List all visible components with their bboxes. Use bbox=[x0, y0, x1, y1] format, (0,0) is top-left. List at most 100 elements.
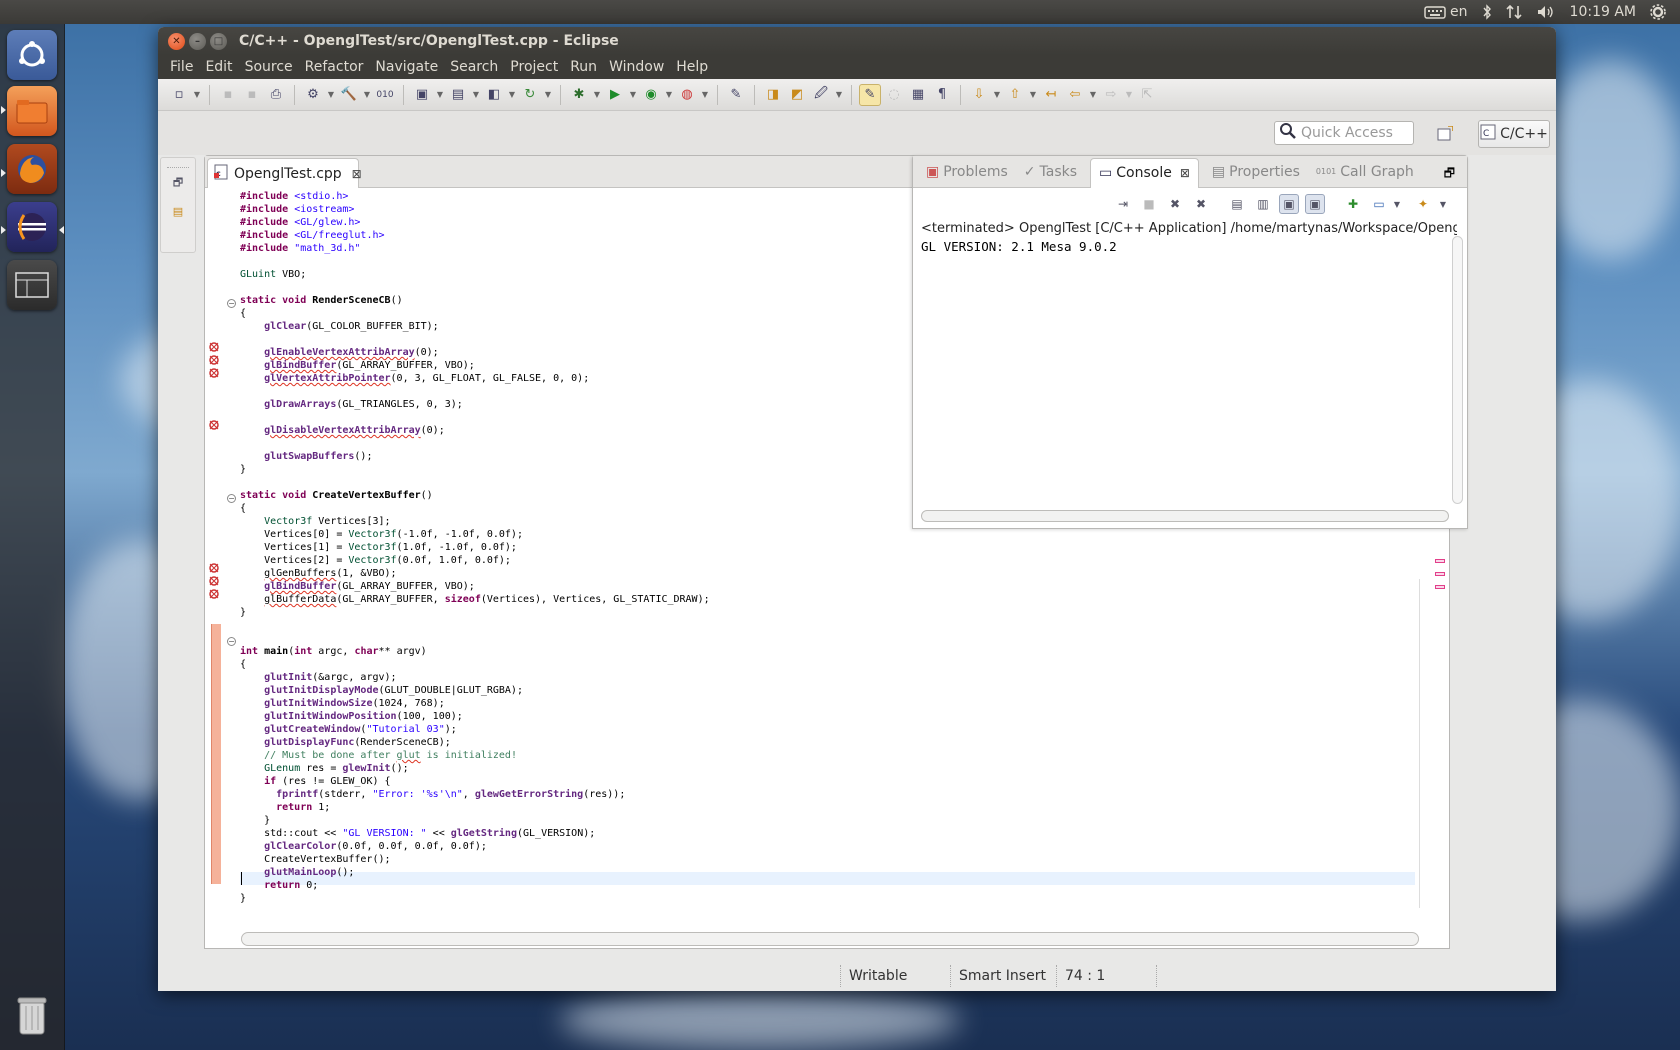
build-configuration-icon[interactable]: ⚙ bbox=[302, 84, 324, 106]
open-perspective-icon[interactable] bbox=[1434, 124, 1456, 144]
save-icon[interactable]: ▪ bbox=[217, 84, 239, 106]
build-icon[interactable]: 🔨 bbox=[338, 84, 360, 106]
error-marker-icon[interactable] bbox=[208, 338, 220, 352]
run-icon[interactable]: ▶ bbox=[604, 84, 626, 106]
chevron-down-icon[interactable]: ▼ bbox=[834, 90, 844, 99]
tab-console[interactable]: ▭ Console ⊠ bbox=[1090, 157, 1199, 188]
minimize-window-button[interactable]: – bbox=[189, 32, 206, 50]
eclipse-icon[interactable] bbox=[7, 202, 57, 252]
refresh-icon[interactable]: ↻ bbox=[519, 84, 541, 106]
chevron-down-icon[interactable]: ▼ bbox=[435, 90, 445, 99]
console-output[interactable]: GL VERSION: 2.1 Mesa 9.0.2 bbox=[921, 239, 1117, 254]
chevron-down-icon[interactable]: ▼ bbox=[1387, 194, 1407, 214]
save-all-icon[interactable]: ▪ bbox=[241, 84, 263, 106]
close-window-button[interactable]: ✕ bbox=[168, 32, 185, 50]
new-class-icon[interactable]: ◧ bbox=[483, 84, 505, 106]
console-horizontal-scrollbar[interactable] bbox=[921, 510, 1449, 522]
chevron-down-icon[interactable]: ▼ bbox=[1124, 90, 1134, 99]
terminate-icon[interactable]: ■ bbox=[1139, 194, 1159, 214]
volume-icon[interactable] bbox=[1536, 4, 1556, 20]
menu-project[interactable]: Project bbox=[504, 59, 564, 75]
project-explorer-icon[interactable]: ▤ bbox=[167, 200, 189, 222]
overview-error-mark[interactable] bbox=[1435, 559, 1445, 563]
files-icon[interactable] bbox=[7, 86, 57, 136]
show-on-stdout-icon[interactable]: ▣ bbox=[1279, 194, 1299, 214]
terminate-relaunch-icon[interactable]: ⇥ bbox=[1113, 194, 1133, 214]
restore-icon[interactable]: 🗗 bbox=[1444, 164, 1455, 185]
error-marker-icon[interactable] bbox=[208, 559, 220, 573]
show-whitespace-icon[interactable]: ▦ bbox=[907, 84, 929, 106]
new-icon[interactable]: ▫ bbox=[168, 84, 190, 106]
overview-error-mark[interactable] bbox=[1435, 572, 1445, 576]
pin-editor-icon[interactable]: ⇱ bbox=[1136, 84, 1158, 106]
editor-tab-opengltest[interactable]: c OpenglTest.cpp ⊠ bbox=[207, 158, 362, 188]
firefox-icon[interactable] bbox=[7, 144, 57, 194]
print-icon[interactable]: ⎙ bbox=[265, 84, 287, 106]
clear-console-icon[interactable]: ▤ bbox=[1227, 194, 1247, 214]
collapse-icon[interactable]: − bbox=[227, 637, 236, 646]
display-console-icon[interactable]: ▭ bbox=[1369, 194, 1389, 214]
menu-window[interactable]: Window bbox=[603, 59, 670, 75]
perspective-c-cpp-button[interactable]: C C/C++ bbox=[1478, 120, 1550, 148]
tab-call-graph[interactable]: 0101 Call Graph bbox=[1313, 157, 1417, 187]
close-tab-icon[interactable]: ⊠ bbox=[1180, 166, 1190, 180]
chevron-down-icon[interactable]: ▼ bbox=[507, 90, 517, 99]
error-marker-icon[interactable] bbox=[208, 416, 220, 430]
open-console-icon[interactable]: ✦ bbox=[1413, 194, 1433, 214]
collapse-icon[interactable]: − bbox=[227, 299, 236, 308]
external-tools-icon[interactable]: ◍ bbox=[676, 84, 698, 106]
last-edit-icon[interactable]: ↤ bbox=[1040, 84, 1062, 106]
chevron-down-icon[interactable]: ▼ bbox=[592, 90, 602, 99]
profile-icon[interactable]: ◉ bbox=[640, 84, 662, 106]
menu-navigate[interactable]: Navigate bbox=[369, 59, 444, 75]
debug-icon[interactable]: ✱ bbox=[568, 84, 590, 106]
keyboard-indicator[interactable]: en bbox=[1424, 4, 1468, 20]
menu-source[interactable]: Source bbox=[239, 59, 299, 75]
close-tab-icon[interactable]: ⊠ bbox=[352, 167, 362, 181]
menu-run[interactable]: Run bbox=[564, 59, 603, 75]
scroll-lock-icon[interactable]: ▥ bbox=[1253, 194, 1273, 214]
workspace-switcher-icon[interactable] bbox=[7, 260, 57, 310]
toggle-mark-icon[interactable]: ✎ bbox=[725, 84, 747, 106]
menu-help[interactable]: Help bbox=[670, 59, 714, 75]
next-annotation-icon[interactable]: ⇩ bbox=[968, 84, 990, 106]
new-folder-icon[interactable]: ▤ bbox=[447, 84, 469, 106]
pilcrow-icon[interactable]: ¶ bbox=[931, 84, 953, 106]
menu-edit[interactable]: Edit bbox=[199, 59, 238, 75]
chevron-down-icon[interactable]: ▼ bbox=[543, 90, 553, 99]
title-bar[interactable]: ✕ – □ C/C++ - OpenglTest/src/OpenglTest.… bbox=[158, 27, 1556, 55]
chevron-down-icon[interactable]: ▼ bbox=[362, 90, 372, 99]
open-type-icon[interactable]: ◨ bbox=[762, 84, 784, 106]
search-tool-icon[interactable]: 🖉 bbox=[810, 84, 832, 106]
status-insert-mode[interactable]: Smart Insert bbox=[950, 965, 1056, 987]
previous-annotation-icon[interactable]: ⇧ bbox=[1004, 84, 1026, 106]
quick-access-field[interactable]: Quick Access bbox=[1274, 121, 1414, 145]
error-marker-icon[interactable] bbox=[208, 364, 220, 378]
chevron-down-icon[interactable]: ▼ bbox=[1028, 90, 1038, 99]
tab-problems[interactable]: ▣ Problems bbox=[923, 157, 1011, 187]
error-marker-icon[interactable] bbox=[208, 585, 220, 599]
tab-properties[interactable]: ▤ Properties bbox=[1209, 157, 1303, 187]
chevron-down-icon[interactable]: ▼ bbox=[1433, 194, 1453, 214]
open-element-icon[interactable]: ◩ bbox=[786, 84, 808, 106]
chevron-down-icon[interactable]: ▼ bbox=[664, 90, 674, 99]
clock[interactable]: 10:19 AM bbox=[1570, 4, 1636, 20]
error-marker-icon[interactable] bbox=[208, 572, 220, 586]
menu-search[interactable]: Search bbox=[444, 59, 504, 75]
editor-horizontal-scrollbar[interactable] bbox=[241, 932, 1419, 946]
back-icon[interactable]: ⇦ bbox=[1064, 84, 1086, 106]
collapse-icon[interactable]: − bbox=[227, 494, 236, 503]
menu-file[interactable]: File bbox=[164, 59, 199, 75]
chevron-down-icon[interactable]: ▼ bbox=[992, 90, 1002, 99]
restore-icon[interactable]: 🗗 bbox=[167, 172, 189, 194]
chevron-down-icon[interactable]: ▼ bbox=[471, 90, 481, 99]
console-vertical-scrollbar[interactable] bbox=[1452, 236, 1463, 504]
dash-home-icon[interactable] bbox=[7, 30, 57, 80]
menu-refactor[interactable]: Refactor bbox=[299, 59, 370, 75]
new-project-icon[interactable]: ▣ bbox=[411, 84, 433, 106]
chevron-down-icon[interactable]: ▼ bbox=[192, 90, 202, 99]
show-on-stderr-icon[interactable]: ▣ bbox=[1305, 194, 1325, 214]
binary-icon[interactable]: 010 bbox=[374, 84, 396, 106]
forward-icon[interactable]: ⇨ bbox=[1100, 84, 1122, 106]
chevron-down-icon[interactable]: ▼ bbox=[628, 90, 638, 99]
